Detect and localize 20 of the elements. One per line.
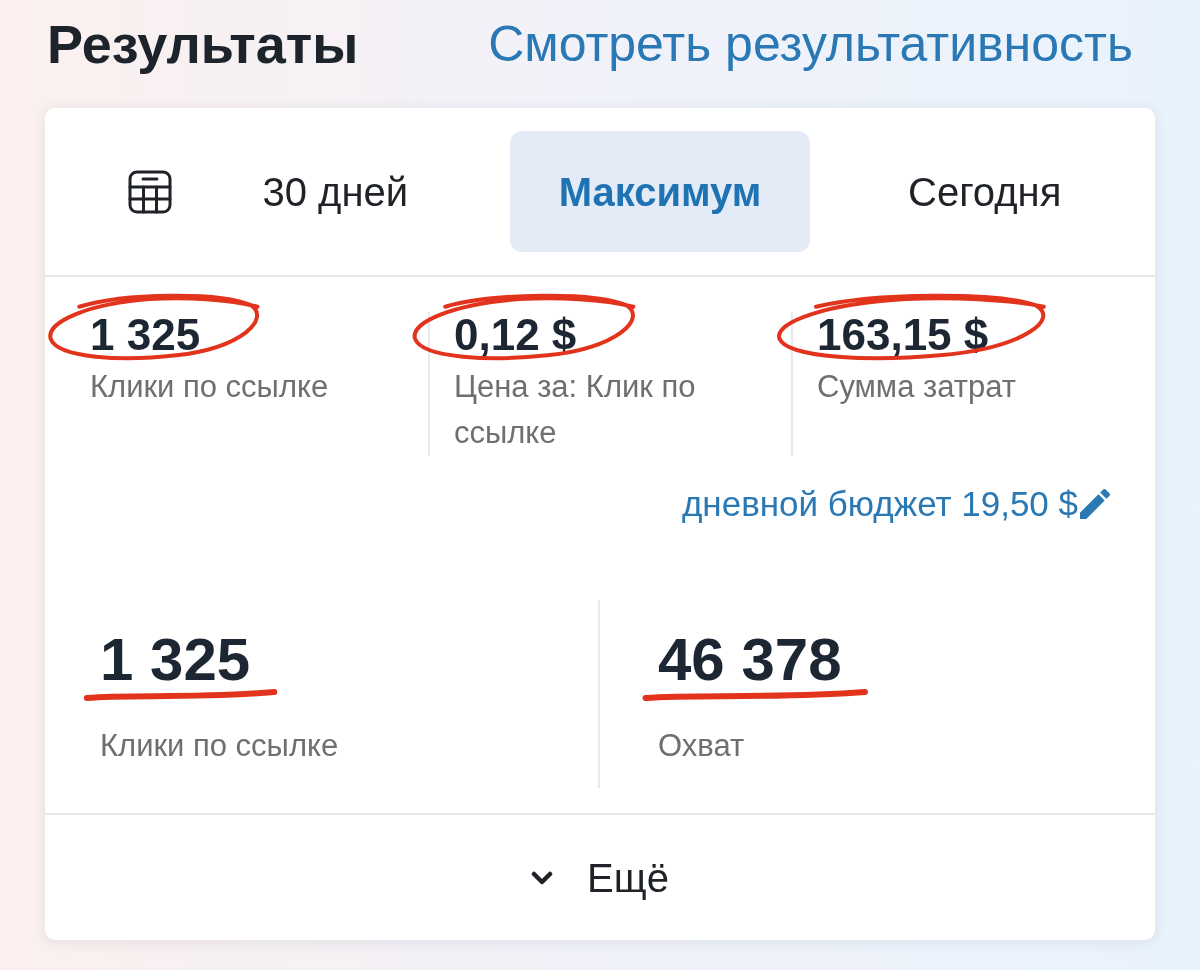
metric-value: 0,12 $: [454, 312, 577, 358]
view-performance-link[interactable]: Смотреть результативность: [488, 14, 1133, 74]
period-tab[interactable]: Максимум: [509, 131, 811, 252]
metric-value: 1 325: [100, 627, 251, 693]
chevron-down-icon: [531, 870, 554, 885]
daily-budget-link[interactable]: дневной бюджет 19,50 $: [681, 480, 1110, 528]
metric-label: Охват: [658, 727, 746, 765]
calendar-icon: [128, 169, 172, 214]
metric-label: Клики по ссылке: [90, 368, 330, 406]
period-tab[interactable]: 30 дней: [185, 131, 486, 252]
metric-label: Клики по ссылке: [100, 727, 340, 765]
metric-value: 1 325: [90, 312, 201, 358]
metric-value: 163,15 $: [817, 312, 989, 358]
section-title: Результаты: [47, 12, 359, 76]
more-button[interactable]: Ещё: [45, 813, 1155, 940]
metric-value: 46 378: [658, 627, 842, 693]
metric-label: Сумма затрат: [817, 368, 1017, 406]
pencil-icon: [1080, 489, 1110, 519]
metric-label: Цена за: Клик по ссылке: [454, 368, 697, 452]
period-tab[interactable]: Сегодня: [834, 131, 1135, 252]
